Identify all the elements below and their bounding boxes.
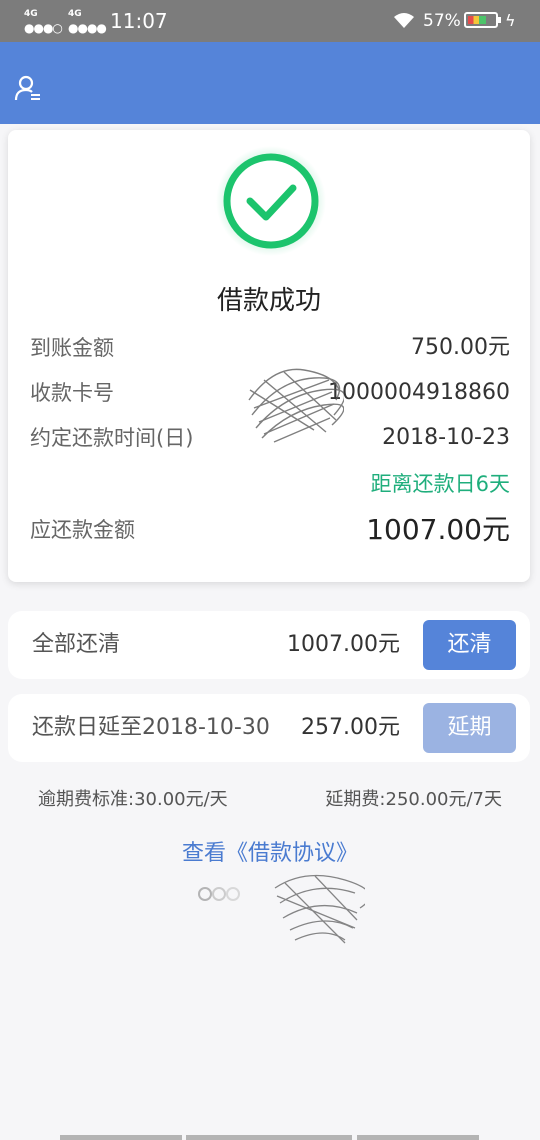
- overdue-fee-note: 逾期费标准:30.00元/天: [38, 789, 228, 810]
- repay-all-button[interactable]: 还清: [423, 620, 516, 670]
- due-date-value: 2018-10-23: [382, 425, 510, 450]
- battery-icon: [464, 12, 501, 28]
- wifi-icon: [394, 13, 414, 28]
- status-time: 11:07: [110, 9, 168, 33]
- app-header: [0, 42, 540, 124]
- amount-due-label: 应还款金额: [30, 518, 135, 542]
- bottom-indicator-right: [357, 1135, 479, 1140]
- loan-success-card: 借款成功 到账金额 750.00元 收款卡号 1000004918860 约定还…: [8, 130, 530, 582]
- due-date-label: 约定还款时间(日): [30, 426, 194, 450]
- battery-percent: 57%: [423, 11, 461, 31]
- amount-due-value: 1007.00元: [366, 513, 510, 546]
- card-number-label: 收款卡号: [30, 381, 114, 405]
- amount-due-row: 应还款金额 1007.00元: [30, 512, 510, 548]
- user-menu-icon[interactable]: [14, 74, 42, 102]
- success-title: 借款成功: [216, 286, 321, 316]
- repay-all-amount: 1007.00元: [287, 632, 400, 657]
- redaction-scribble: [198, 874, 365, 944]
- received-amount-value: 750.00元: [411, 335, 510, 360]
- signal-dots-icon: ●●●○: [24, 21, 63, 35]
- card-number-value: 1000004918860: [328, 380, 510, 405]
- extend-row: 还款日延至2018-10-30 257.00元 延期: [8, 694, 530, 762]
- charging-bolt-icon: ϟ: [505, 11, 516, 30]
- success-check-icon: [216, 146, 326, 256]
- extension-fee-note: 延期费:250.00元/7天: [325, 789, 502, 810]
- redaction-scribble: [248, 368, 344, 443]
- extend-label: 还款日延至2018-10-30: [32, 715, 270, 740]
- loan-agreement-link[interactable]: 查看《借款协议》: [0, 835, 540, 867]
- extend-button[interactable]: 延期: [423, 703, 516, 753]
- extend-amount: 257.00元: [301, 715, 400, 740]
- bottom-indicator-center: [186, 1135, 352, 1140]
- signal-indicator-2: 4G ●●●●: [68, 9, 107, 35]
- signal-indicator-1: 4G ●●●○: [24, 9, 63, 35]
- signal-dots-icon: ●●●●: [68, 21, 107, 35]
- status-bar: 4G ●●●○ 4G ●●●● 11:07 57% ϟ: [0, 0, 540, 42]
- bottom-indicator-left: [60, 1135, 182, 1140]
- network-label-2: 4G: [68, 9, 82, 19]
- network-label-1: 4G: [24, 9, 38, 19]
- repay-all-row: 全部还清 1007.00元 还清: [8, 611, 530, 679]
- repay-all-label: 全部还清: [32, 632, 121, 657]
- days-until-due: 距离还款日6天: [370, 472, 510, 496]
- received-amount-label: 到账金额: [30, 336, 114, 360]
